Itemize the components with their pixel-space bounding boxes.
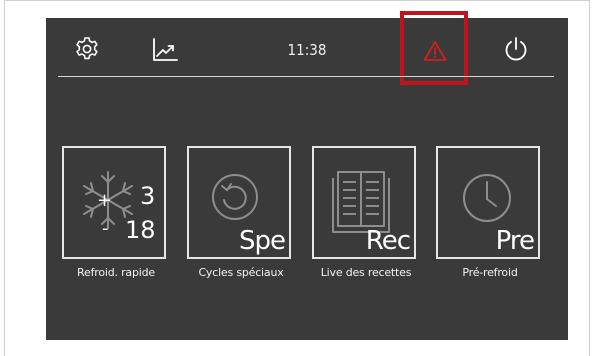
tile-caption: Pré-refroid [462, 266, 518, 279]
tile-recipes[interactable]: Rec Live des recettes [312, 146, 416, 279]
settings-gear-icon[interactable] [74, 36, 100, 62]
special-cycles-code: Spe [238, 226, 286, 256]
alert-highlight-box [400, 11, 468, 85]
frame-border-right [589, 0, 590, 356]
control-panel-screen: 11:38 + 3 - 18 Refroid. rapide Spe Cycle… [46, 11, 568, 340]
tile-pre-chill[interactable]: Pre Pré-refroid [436, 146, 540, 279]
power-icon[interactable] [503, 36, 529, 64]
clock-time: 11:38 [287, 41, 327, 59]
top-bar: 11:38 [46, 11, 568, 85]
pre-chill-code: Pre [495, 226, 535, 256]
tile-special-cycles[interactable]: Spe Cycles spéciaux [187, 146, 291, 279]
frame-border-left [4, 0, 5, 356]
minus-sign: - [102, 218, 109, 239]
quick-chill-value-top: 3 [140, 182, 156, 210]
top-bar-divider [58, 76, 554, 77]
plus-sign: + [97, 190, 113, 211]
tile-caption: Cycles spéciaux [198, 266, 284, 279]
tile-caption: Refroid. rapide [77, 266, 155, 279]
trend-chart-icon[interactable] [152, 38, 178, 62]
quick-chill-value-bottom: 18 [125, 216, 156, 244]
tile-quick-chill[interactable]: + 3 - 18 Refroid. rapide [62, 146, 166, 279]
recipes-code: Rec [365, 226, 411, 256]
frame-border-top [4, 0, 590, 1]
tile-caption: Live des recettes [320, 266, 412, 279]
